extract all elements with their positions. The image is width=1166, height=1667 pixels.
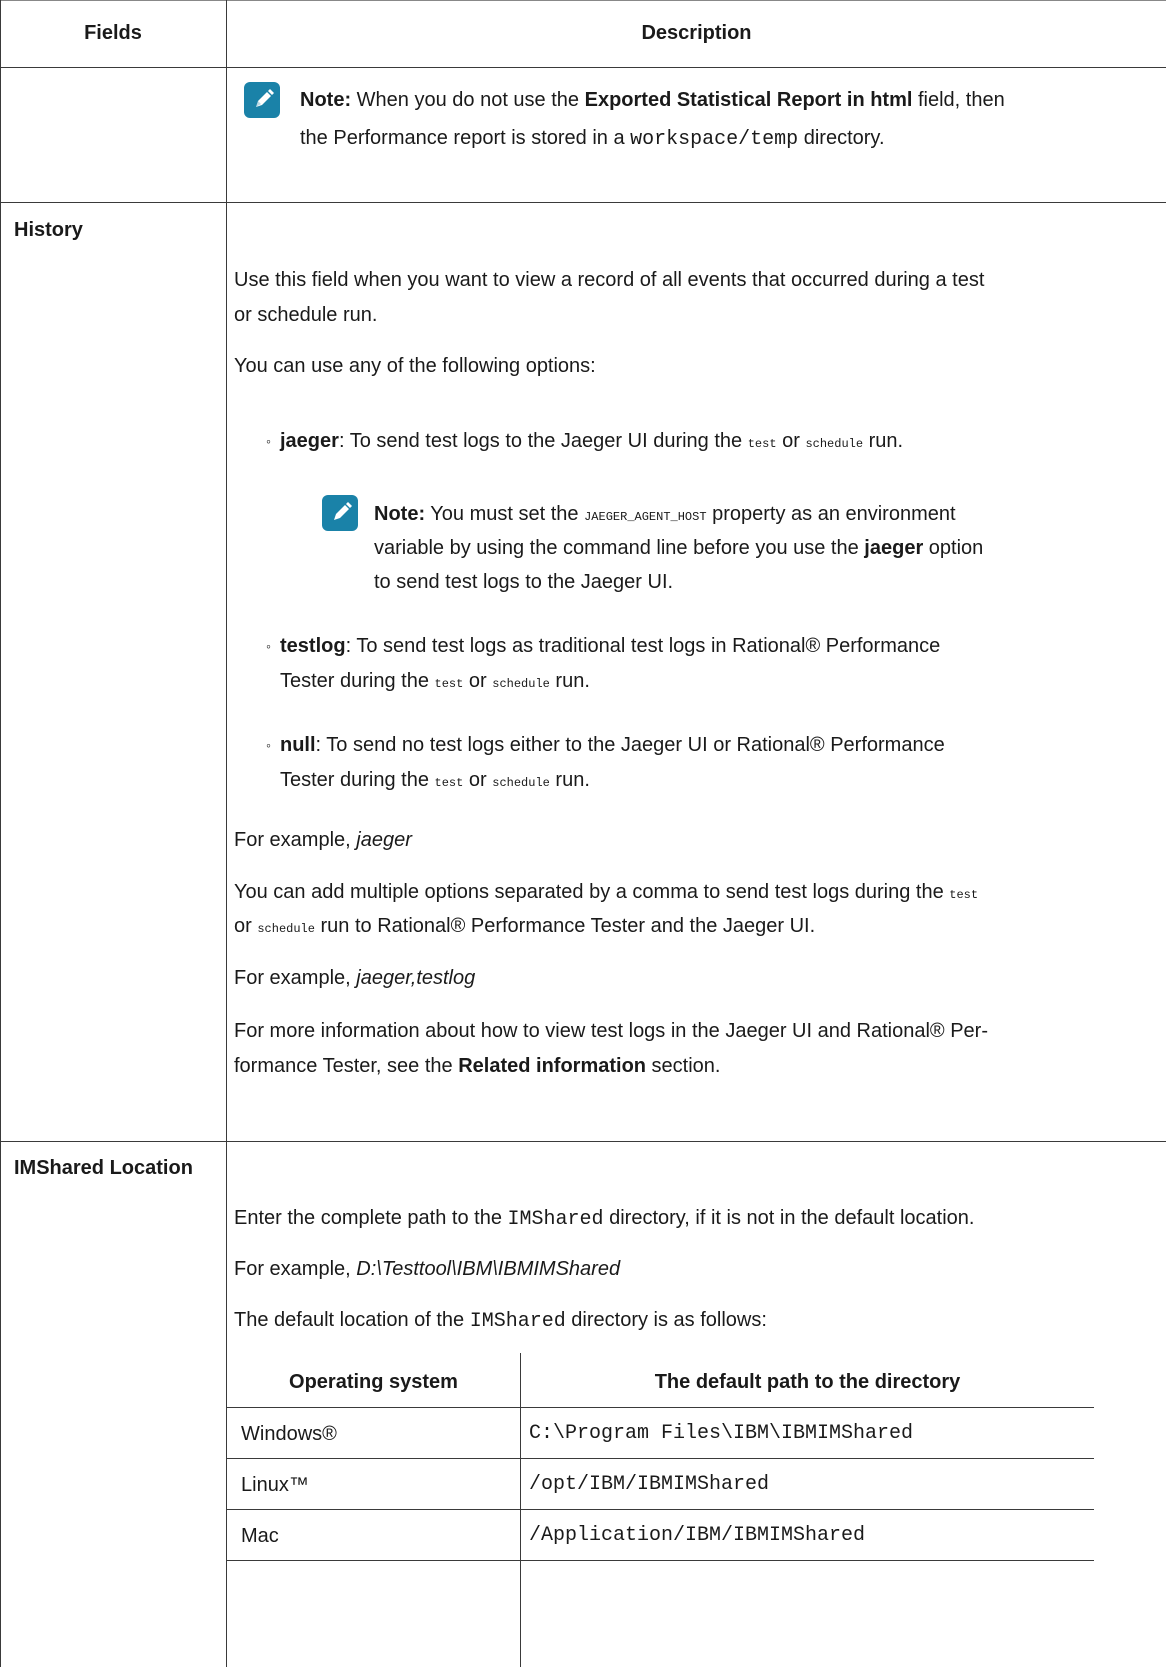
note-exported-line2: the Performance report is stored in a wo… bbox=[300, 127, 885, 151]
note-pencil-icon bbox=[244, 82, 280, 118]
header-description: Description bbox=[641, 22, 752, 44]
table-cell-os: Mac bbox=[241, 1525, 279, 1547]
table-cell-os: Linux™ bbox=[241, 1474, 309, 1496]
reference-table: Fields Description Note: When you do not… bbox=[0, 0, 1166, 1667]
history-example1: For example, jaeger bbox=[234, 829, 412, 851]
note-pencil-icon bbox=[322, 495, 358, 531]
option-testlog-line1: testlog: To send test logs as traditiona… bbox=[280, 635, 941, 657]
nested-header-border bbox=[227, 1407, 1094, 1408]
header-bottom-border bbox=[0, 67, 1166, 68]
history-p1-line1: Use this field when you want to view a r… bbox=[234, 269, 985, 291]
note-jaeger-line2: variable by using the command line befor… bbox=[374, 537, 984, 559]
table-cell-path: /Application/IBM/IBMIMShared bbox=[529, 1524, 866, 1547]
history-p1-line2: or schedule run. bbox=[234, 304, 378, 326]
table-cell-path: /opt/IBM/IBMIMShared bbox=[529, 1473, 770, 1496]
option-testlog-line2: Tester during the test or schedule run. bbox=[280, 670, 590, 692]
nested-row-border bbox=[227, 1458, 1094, 1459]
nested-row-border bbox=[227, 1509, 1094, 1510]
column-divider bbox=[226, 0, 227, 1667]
imshared-p2: The default location of the IMShared dir… bbox=[234, 1309, 767, 1333]
imshared-p1: Enter the complete path to the IMShared … bbox=[234, 1207, 975, 1231]
bullet-testlog: ◦ bbox=[266, 638, 271, 654]
bullet-jaeger: ◦ bbox=[266, 433, 271, 449]
related-information-link[interactable]: Related information bbox=[458, 1055, 646, 1077]
nested-header-os: Operating system bbox=[289, 1371, 458, 1393]
nested-header-path: The default path to the directory bbox=[654, 1371, 961, 1393]
option-jaeger: jaeger: To send test logs to the Jaeger … bbox=[280, 430, 904, 452]
history-p3-line2: or schedule run to Rational® Performance… bbox=[234, 915, 816, 937]
header-fields: Fields bbox=[84, 22, 142, 44]
bullet-null: ◦ bbox=[266, 737, 271, 753]
option-null-line1: null: To send no test logs either to the… bbox=[280, 734, 945, 756]
history-p4-line2: formance Tester, see the Related informa… bbox=[234, 1055, 721, 1077]
field-history: History bbox=[14, 219, 83, 241]
note-jaeger-line3: to send test logs to the Jaeger UI. bbox=[374, 571, 674, 593]
history-p2: You can use any of the following options… bbox=[234, 355, 596, 377]
table-top-border bbox=[0, 0, 1166, 1]
history-p4-line1: For more information about how to view t… bbox=[234, 1020, 988, 1042]
table-cell-os: Windows® bbox=[241, 1423, 337, 1445]
table-cell-path: C:\Program Files\IBM\IBMIMShared bbox=[529, 1422, 914, 1445]
nested-column-divider bbox=[520, 1353, 521, 1667]
row-divider bbox=[0, 202, 1166, 203]
imshared-example: For example, D:\Testtool\IBM\IBMIMShared bbox=[234, 1258, 621, 1280]
option-null-line2: Tester during the test or schedule run. bbox=[280, 769, 590, 791]
nested-row-border bbox=[227, 1560, 1094, 1561]
row-divider bbox=[0, 1141, 1166, 1142]
history-example2: For example, jaeger,testlog bbox=[234, 967, 476, 989]
field-imshared-location: IMShared Location bbox=[14, 1157, 193, 1179]
note-exported-line1: Note: When you do not use the Exported S… bbox=[300, 89, 1005, 111]
left-border bbox=[0, 0, 1, 1667]
